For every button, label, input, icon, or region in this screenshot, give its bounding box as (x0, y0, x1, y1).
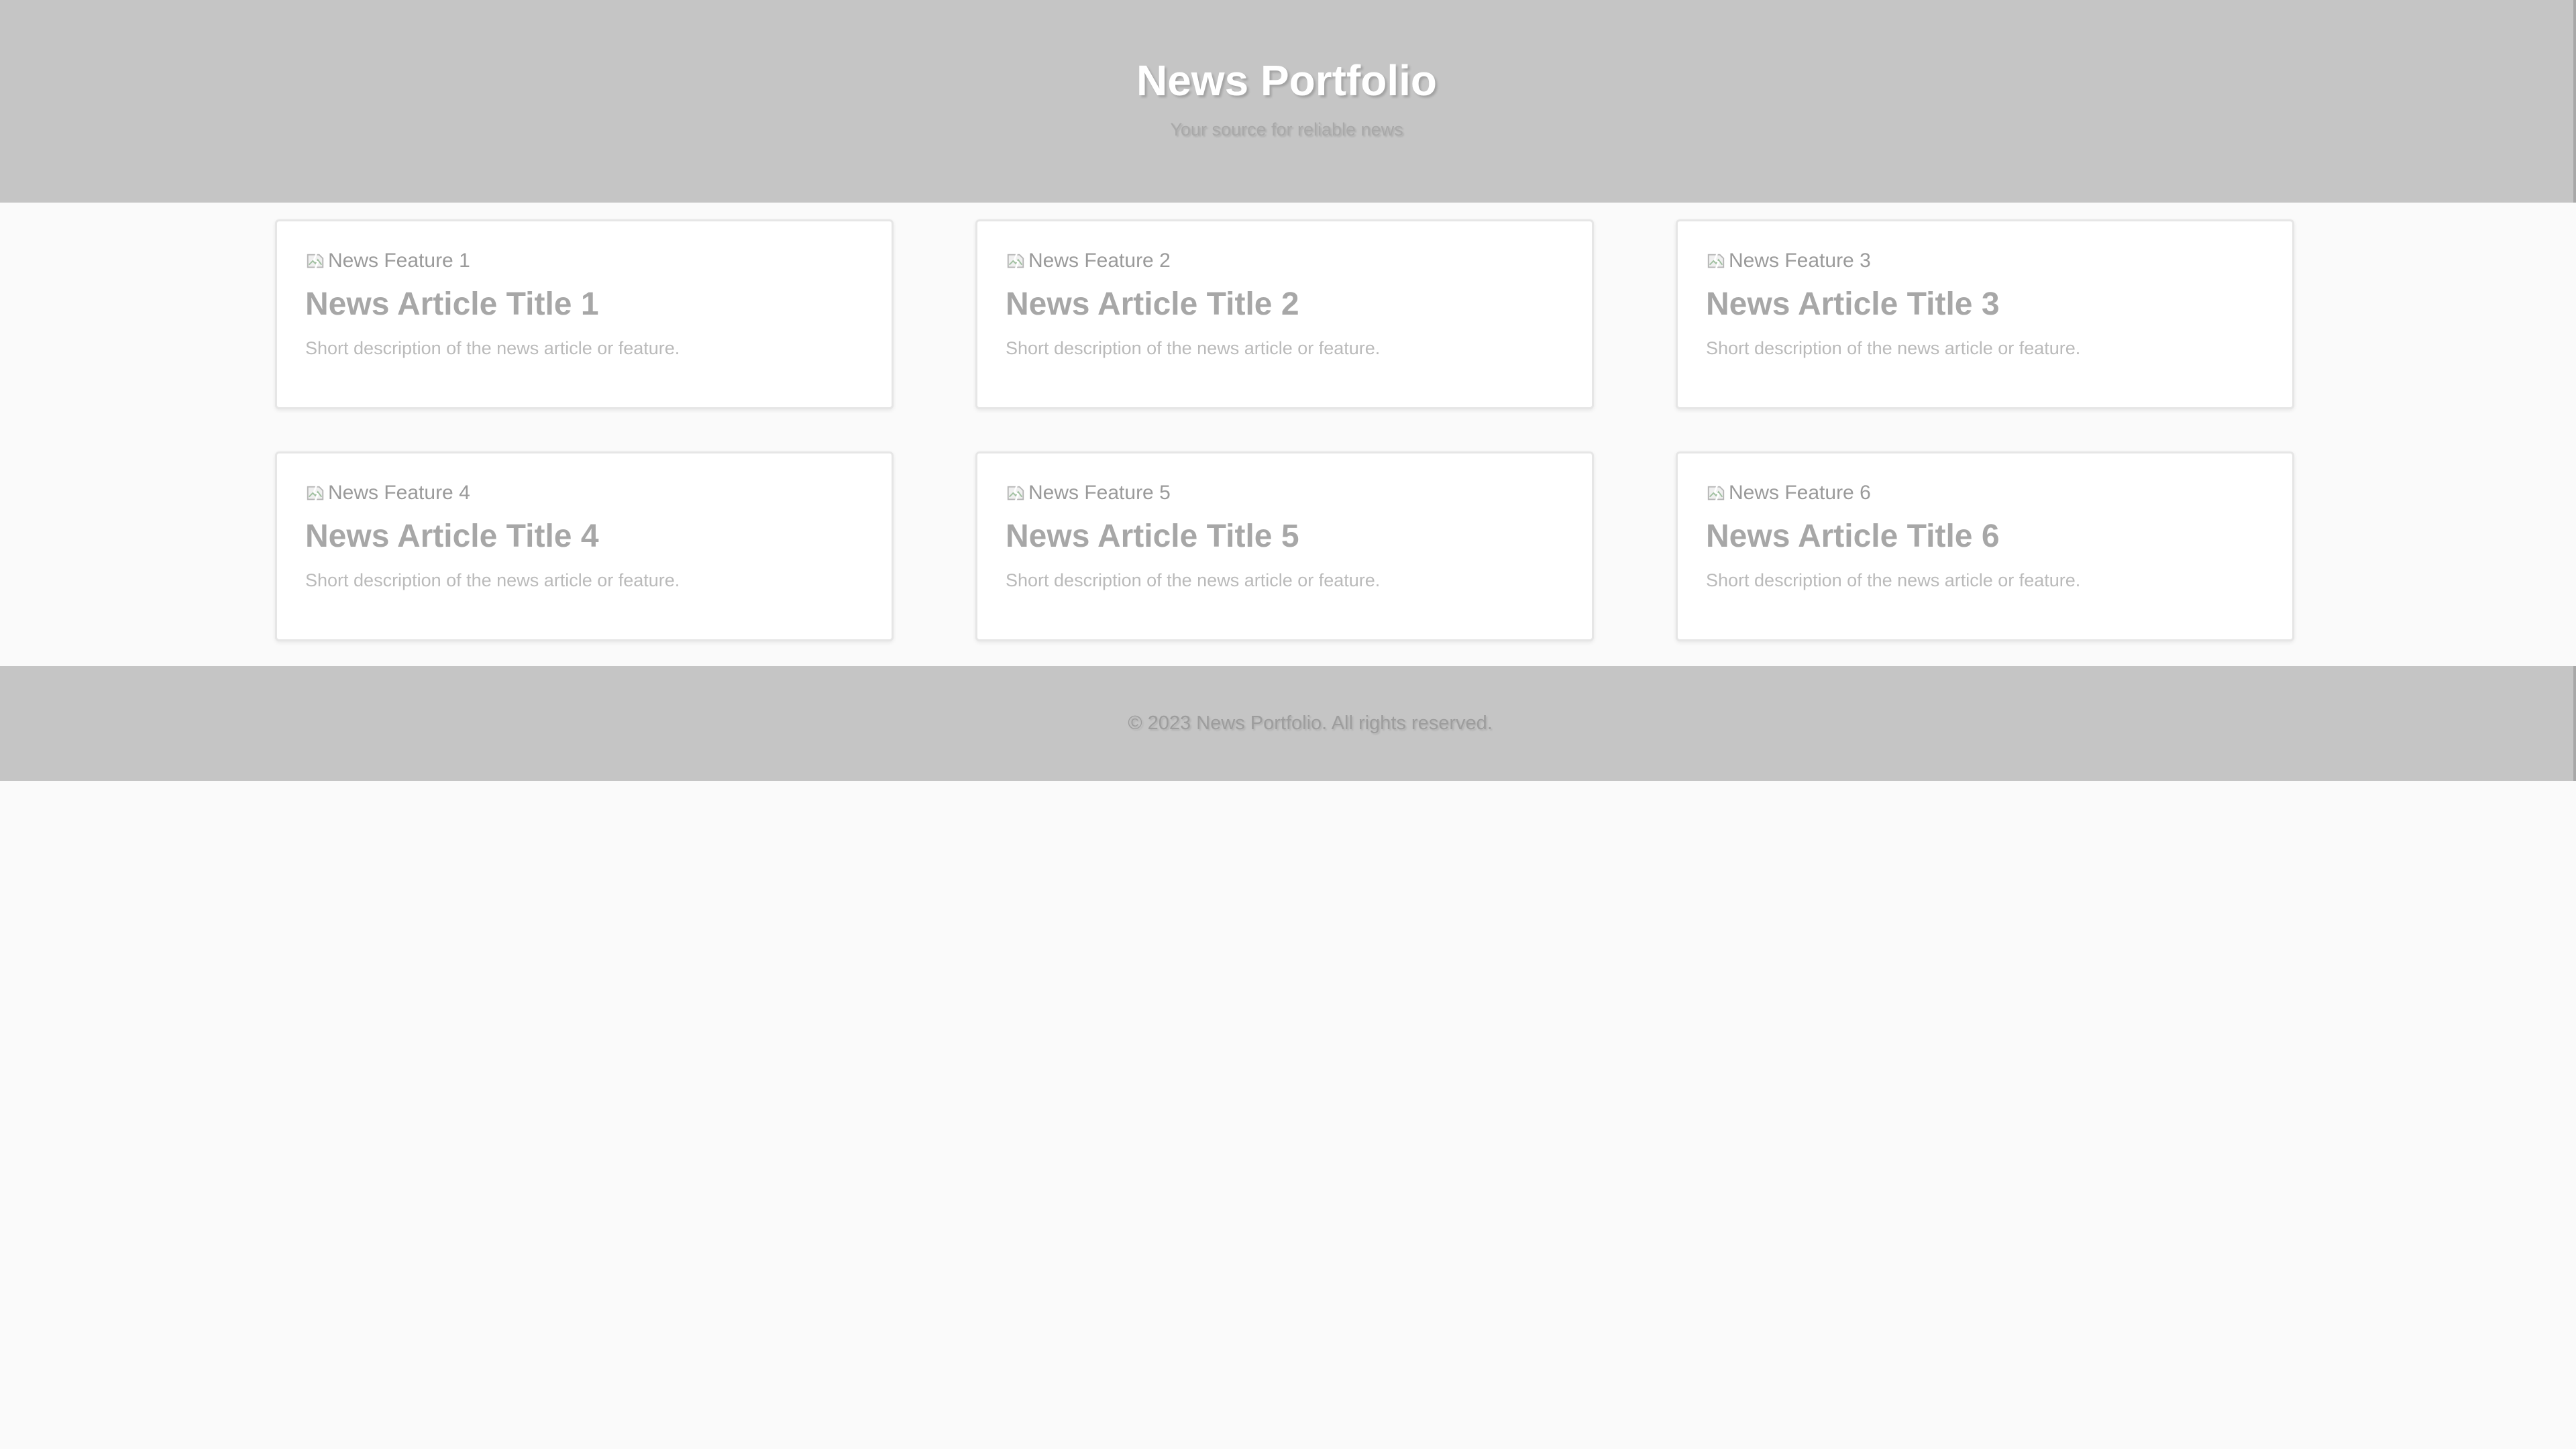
article-image: News Feature 5 (1006, 479, 1564, 507)
article-description: Short description of the news article or… (305, 570, 680, 590)
article-title[interactable]: News Article Title 1 (305, 286, 863, 323)
article-description: Short description of the news article or… (1006, 338, 1381, 358)
broken-image-icon (307, 253, 324, 269)
article-card[interactable]: News Feature 4 News Article Title 4 Shor… (275, 451, 894, 641)
broken-image-icon (1707, 253, 1725, 269)
article-title[interactable]: News Article Title 2 (1006, 286, 1564, 323)
article-image-alt: News Feature 6 (1729, 482, 1871, 504)
copyright-text: © 2023 News Portfolio. All rights reserv… (1128, 712, 1493, 734)
article-title[interactable]: News Article Title 4 (305, 518, 863, 555)
site-subtitle: Your source for reliable news (1170, 119, 1403, 140)
site-footer: © 2023 News Portfolio. All rights reserv… (0, 666, 2576, 781)
article-image: News Feature 2 (1006, 247, 1564, 275)
article-title[interactable]: News Article Title 6 (1706, 518, 2264, 555)
article-title[interactable]: News Article Title 5 (1006, 518, 1564, 555)
article-image-alt: News Feature 5 (1028, 482, 1171, 504)
article-image-alt: News Feature 2 (1028, 250, 1171, 272)
article-grid: News Feature 1 News Article Title 1 Shor… (275, 219, 2294, 641)
article-image: News Feature 3 (1706, 247, 2264, 275)
article-description: Short description of the news article or… (1706, 338, 2081, 358)
article-image-alt: News Feature 4 (328, 482, 470, 504)
article-description: Short description of the news article or… (305, 338, 680, 358)
broken-image-icon (307, 485, 324, 501)
article-description: Short description of the news article or… (1706, 570, 2081, 590)
article-title[interactable]: News Article Title 3 (1706, 286, 2264, 323)
site-title: News Portfolio (1136, 56, 1438, 105)
broken-image-icon (1707, 485, 1725, 501)
article-card[interactable]: News Feature 2 News Article Title 2 Shor… (975, 219, 1594, 409)
article-card[interactable]: News Feature 1 News Article Title 1 Shor… (275, 219, 894, 409)
article-image: News Feature 6 (1706, 479, 2264, 507)
article-image-alt: News Feature 1 (328, 250, 470, 272)
broken-image-icon (1007, 253, 1024, 269)
article-image: News Feature 1 (305, 247, 863, 275)
article-image: News Feature 4 (305, 479, 863, 507)
site-header: News Portfolio Your source for reliable … (0, 0, 2576, 203)
article-card[interactable]: News Feature 6 News Article Title 6 Shor… (1676, 451, 2294, 641)
article-description: Short description of the news article or… (1006, 570, 1381, 590)
broken-image-icon (1007, 485, 1024, 501)
article-card[interactable]: News Feature 5 News Article Title 5 Shor… (975, 451, 1594, 641)
article-card[interactable]: News Feature 3 News Article Title 3 Shor… (1676, 219, 2294, 409)
article-image-alt: News Feature 3 (1729, 250, 1871, 272)
